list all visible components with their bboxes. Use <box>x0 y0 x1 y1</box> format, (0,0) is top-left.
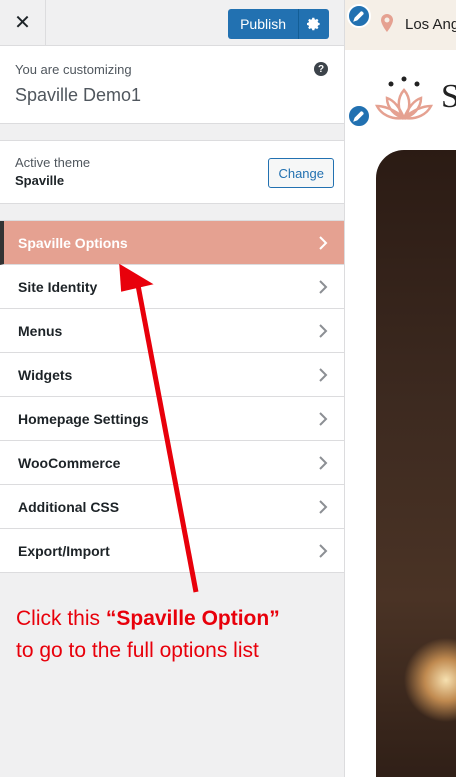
menu-item-site-identity[interactable]: Site Identity <box>0 265 344 309</box>
menu-item-label: WooCommerce <box>18 454 121 471</box>
chevron-right-icon <box>319 367 328 382</box>
menu-item-widgets[interactable]: Widgets <box>0 353 344 397</box>
menu-item-label: Widgets <box>18 366 73 383</box>
hero-image <box>376 150 456 777</box>
menu-item-additional-css[interactable]: Additional CSS <box>0 485 344 529</box>
site-name: Spaville Demo1 <box>15 85 142 105</box>
close-button[interactable]: ✕ <box>0 0 46 45</box>
site-logo-text: S <box>441 78 456 115</box>
chevron-right-icon <box>319 279 328 294</box>
chevron-right-icon <box>319 323 328 338</box>
customizing-label: You are customizing <box>15 62 132 77</box>
annotation-highlight: “Spaville Option” <box>105 607 280 630</box>
menu-item-spaville-options[interactable]: Spaville Options <box>0 221 344 265</box>
menu-item-label: Menus <box>18 322 63 339</box>
menu-item-label: Additional CSS <box>18 498 120 515</box>
menu-item-label: Export/Import <box>18 542 110 559</box>
pencil-icon <box>353 111 364 122</box>
chevron-right-icon <box>319 411 328 426</box>
active-theme-panel: Active theme Spaville Change <box>0 140 344 204</box>
chevron-right-icon <box>319 235 328 250</box>
location-pin-icon <box>381 14 393 32</box>
edit-shortcut-button[interactable] <box>347 104 371 128</box>
menu-item-woocommerce[interactable]: WooCommerce <box>0 441 344 485</box>
publish-settings-button[interactable] <box>299 9 329 39</box>
menu-item-menus[interactable]: Menus <box>0 309 344 353</box>
menu-item-label: Homepage Settings <box>18 410 149 427</box>
menu-item-label: Spaville Options <box>18 234 128 251</box>
pencil-icon <box>353 11 364 22</box>
change-theme-button[interactable]: Change <box>268 158 334 188</box>
annotation-prefix: Click this <box>16 607 106 630</box>
annotation-text: Click this “Spaville Option” to go to th… <box>16 603 336 667</box>
customizer-header: ✕ Publish <box>0 0 344 46</box>
lotus-logo-icon <box>375 76 433 120</box>
publish-group: Publish <box>228 9 329 39</box>
chevron-right-icon <box>319 543 328 558</box>
edit-shortcut-button[interactable] <box>347 4 371 28</box>
gear-icon <box>307 17 320 31</box>
help-icon[interactable]: ? <box>314 62 328 76</box>
customizing-info: You are customizing Spaville Demo1 ? <box>0 46 344 124</box>
chevron-right-icon <box>319 455 328 470</box>
chevron-right-icon <box>319 499 328 514</box>
menu-item-label: Site Identity <box>18 278 98 295</box>
customizer-menu: Spaville Options Site Identity Menus Wid… <box>0 220 344 573</box>
menu-item-export-import[interactable]: Export/Import <box>0 529 344 573</box>
menu-item-homepage-settings[interactable]: Homepage Settings <box>0 397 344 441</box>
publish-button[interactable]: Publish <box>228 9 299 39</box>
close-icon: ✕ <box>14 12 31 34</box>
location-text: Los Ang <box>405 16 456 33</box>
annotation-line2: to go to the full options list <box>16 639 259 662</box>
